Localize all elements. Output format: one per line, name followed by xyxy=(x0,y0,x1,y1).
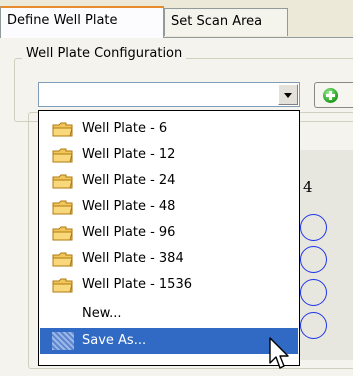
well[interactable] xyxy=(300,312,327,339)
selection-icon xyxy=(52,332,74,350)
list-item-new[interactable]: New... xyxy=(40,301,298,327)
list-item[interactable]: Well Plate - 96 xyxy=(40,220,298,246)
well[interactable] xyxy=(300,246,327,273)
combo-dropdown-button[interactable] xyxy=(278,84,298,105)
add-plate-button[interactable] xyxy=(314,82,353,108)
chevron-down-icon xyxy=(284,93,292,98)
list-item[interactable]: Well Plate - 384 xyxy=(40,246,298,272)
folder-icon xyxy=(52,148,73,163)
well[interactable] xyxy=(300,214,327,241)
folder-icon xyxy=(52,226,73,241)
well[interactable] xyxy=(300,279,327,306)
well-plate-dropdown-list: Well Plate - 6 Well Plate - 12 Well Plat… xyxy=(38,110,300,366)
mouse-pointer-icon xyxy=(269,337,289,369)
list-item-label: Well Plate - 12 xyxy=(82,147,176,162)
list-item-label: Well Plate - 24 xyxy=(82,173,176,188)
well-plate-combo[interactable] xyxy=(38,82,300,107)
folder-icon xyxy=(52,252,73,267)
group-legend: Well Plate Configuration xyxy=(22,45,187,63)
tab-label: Define Well Plate xyxy=(7,13,118,28)
list-item[interactable]: Well Plate - 6 xyxy=(40,116,298,142)
list-item-label: Well Plate - 6 xyxy=(82,121,168,136)
list-item-save-as[interactable]: Save As... xyxy=(40,328,298,354)
list-item[interactable]: Well Plate - 1536 xyxy=(40,272,298,298)
list-item-label: New... xyxy=(82,306,122,321)
list-item[interactable]: Well Plate - 24 xyxy=(40,168,298,194)
list-item-label: Well Plate - 48 xyxy=(82,199,176,214)
column-label: 4 xyxy=(303,178,313,196)
folder-icon xyxy=(52,122,73,137)
list-item-label: Well Plate - 384 xyxy=(82,251,184,266)
list-item-label: Save As... xyxy=(82,333,147,348)
folder-icon xyxy=(52,200,73,215)
tab-set-scan-area[interactable]: Set Scan Area xyxy=(164,8,288,36)
folder-icon xyxy=(52,174,73,189)
list-item[interactable]: Well Plate - 12 xyxy=(40,142,298,168)
folder-icon xyxy=(52,278,73,293)
list-item[interactable]: Well Plate - 48 xyxy=(40,194,298,220)
list-item-label: Well Plate - 1536 xyxy=(82,277,192,292)
add-icon xyxy=(323,88,338,103)
tab-define-well-plate[interactable]: Define Well Plate xyxy=(0,6,164,38)
list-item-label: Well Plate - 96 xyxy=(82,225,176,240)
tab-label: Set Scan Area xyxy=(171,14,263,29)
